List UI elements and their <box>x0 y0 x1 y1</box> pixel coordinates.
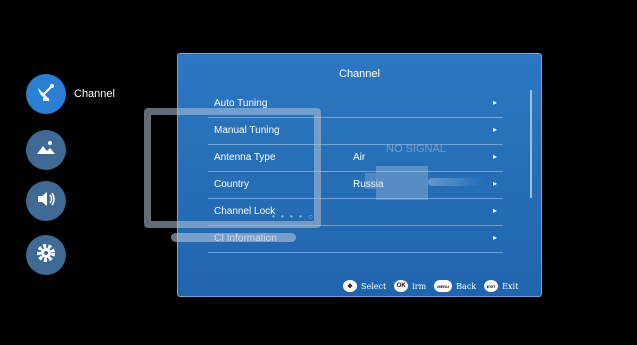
ok-key-icon: OK <box>394 280 409 292</box>
dpad-icon: ✥ <box>343 280 357 292</box>
menu-item-value: Air <box>353 152 366 163</box>
select-hint: Select <box>361 281 387 291</box>
arrow-right-icon: ▸ <box>492 98 497 107</box>
no-signal-decoration <box>376 166 428 200</box>
arrow-right-icon: ▸ <box>492 179 497 188</box>
settings-gear-icon <box>34 241 58 270</box>
sidebar-item-label: Channel <box>74 88 115 100</box>
key-hint-bar: ✥ Select OK irm MENU Back EXIT Exit <box>343 280 518 292</box>
menu-key-icon: MENU <box>434 280 453 292</box>
sidebar-item-channel[interactable] <box>26 74 66 114</box>
picture-icon <box>34 136 58 165</box>
no-signal-tv-icon <box>144 108 321 228</box>
sidebar-item-settings[interactable] <box>26 235 66 275</box>
arrow-right-icon: ▸ <box>492 206 497 215</box>
exit-hint: Exit <box>502 281 519 291</box>
no-signal-decoration <box>428 178 483 186</box>
arrow-right-icon: ▸ <box>492 125 497 134</box>
arrow-right-icon: ▸ <box>492 152 497 161</box>
back-hint: Back <box>456 281 477 291</box>
confirm-hint: irm <box>412 281 427 291</box>
exit-key-icon: EXIT <box>484 280 499 292</box>
arrow-right-icon: ▸ <box>492 233 497 242</box>
sound-icon <box>34 187 58 216</box>
no-signal-decoration <box>365 173 376 189</box>
signal-dots-icon: • • • • ○ <box>272 212 315 221</box>
satellite-dish-icon <box>34 80 58 109</box>
sidebar-item-sound[interactable] <box>26 181 66 221</box>
scrollbar[interactable] <box>530 90 532 198</box>
sidebar-item-picture[interactable] <box>26 130 66 170</box>
no-signal-text: NO SIGNAL <box>386 143 446 155</box>
no-signal-stand-icon <box>171 233 296 242</box>
panel-title: Channel <box>339 68 380 80</box>
